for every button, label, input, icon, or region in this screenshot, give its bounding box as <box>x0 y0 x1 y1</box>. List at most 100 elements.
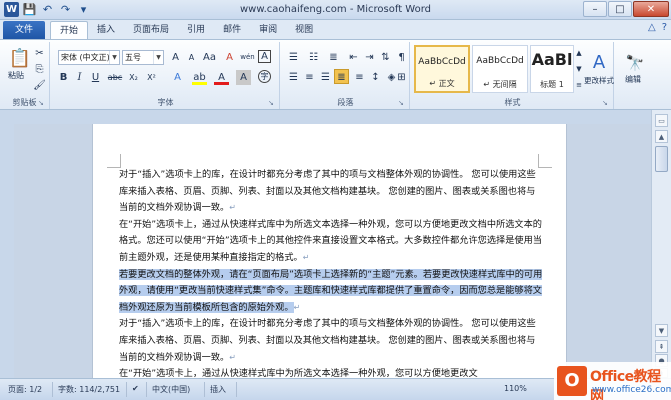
minimize-button[interactable]: – <box>583 1 607 17</box>
shrink-font-button[interactable]: A <box>184 50 199 65</box>
sort-icon: ⇅ <box>381 52 390 63</box>
paragraph[interactable]: 在“开始”选项卡上，通过从快速样式库中为所选文本选择一种外观，您可以方便地更改文 <box>119 366 544 378</box>
align-left-icon: ☰ <box>289 72 298 83</box>
maximize-button[interactable]: □ <box>608 1 632 17</box>
tab-1[interactable]: 插入 <box>88 21 124 39</box>
numbering-button[interactable]: ☷ <box>306 50 321 65</box>
format-painter-button[interactable]: 🖌 <box>32 78 47 93</box>
word-count[interactable]: 字数: 114/2,751 <box>58 384 120 395</box>
font-color-icon: A <box>214 70 229 85</box>
watermark-url: www.office26.com <box>592 385 671 395</box>
multilevel-list-button[interactable]: ≣ <box>326 50 341 65</box>
ribbon-tab-row: 文件 开始 插入 页面布局 引用 邮件 审阅 视图 △ ? <box>0 20 671 39</box>
window-title: www.caohaifeng.com - Microsoft Word <box>239 4 432 15</box>
borders-button[interactable]: ⊞ <box>394 70 409 85</box>
change-case-button[interactable]: Aa <box>202 50 217 65</box>
paragraph-text[interactable]: 对于“插入”选项卡上的库，在设计时都充分考虑了其中的项与文档整体外观的协调性。 … <box>119 169 536 213</box>
grow-font-button[interactable]: A <box>168 50 183 65</box>
binoculars-icon: 🔭 <box>625 53 645 72</box>
close-button[interactable]: ✕ <box>633 1 669 17</box>
spelling-check-icon[interactable]: ✔ <box>132 384 139 393</box>
paragraph[interactable]: 对于“插入”选项卡上的库，在设计时都充分考虑了其中的项与文档整体外观的协调性。 … <box>119 167 544 217</box>
strikethrough-button[interactable]: abc <box>106 70 124 85</box>
bold-button[interactable]: B <box>56 70 71 85</box>
phonetic-guide-icon: wén <box>240 53 255 61</box>
insert-mode[interactable]: 插入 <box>210 384 226 395</box>
document-page[interactable]: 对于“插入”选项卡上的库，在设计时都充分考虑了其中的项与文档整体外观的协调性。 … <box>92 124 567 378</box>
styles-launcher-icon[interactable]: ↘ <box>602 99 610 107</box>
clipboard-group: 📋 粘贴 ✂ ⎘ 🖌 剪贴板 ↘ <box>0 42 50 109</box>
scroll-up-icon[interactable]: ▲ <box>655 130 668 143</box>
justify-button[interactable]: ≣ <box>334 69 349 84</box>
char-border-button[interactable]: A <box>258 50 271 63</box>
distribute-button[interactable]: ≡ <box>352 70 367 85</box>
sort-button[interactable]: ⇅ <box>378 50 393 65</box>
font-name-select[interactable]: 宋体 (中文正) ▼ <box>58 50 120 65</box>
clear-format-button[interactable]: A <box>222 50 237 65</box>
tab-4[interactable]: 邮件 <box>214 21 250 39</box>
char-shading-button[interactable]: A <box>236 70 251 85</box>
style-normal[interactable]: AaBbCcDd ↵ 正文 <box>414 45 470 93</box>
editing-label: 编辑 <box>625 74 641 84</box>
corner-mark <box>538 154 552 168</box>
align-left-button[interactable]: ☰ <box>286 70 301 85</box>
help-icon[interactable]: ? <box>662 22 667 33</box>
tab-2[interactable]: 页面布局 <box>124 21 178 39</box>
line-spacing-button[interactable]: ↕ <box>368 70 383 85</box>
paragraph-text[interactable]: 对于“插入”选项卡上的库，在设计时都充分考虑了其中的项与文档整体外观的协调性。 … <box>119 318 536 362</box>
text-effects-button[interactable]: A <box>170 70 185 85</box>
copy-button[interactable]: ⎘ <box>32 62 47 77</box>
font-color-button[interactable]: A <box>214 70 229 85</box>
show-marks-button[interactable]: ¶ <box>394 50 409 65</box>
paragraph-text[interactable]: 在“开始”选项卡上，通过从快速样式库中为所选文本选择一种外观，您可以方便地更改文… <box>119 219 542 263</box>
superscript-button[interactable]: X² <box>144 70 159 85</box>
paragraph-launcher-icon[interactable]: ↘ <box>398 99 406 107</box>
bullets-button[interactable]: ☰ <box>286 50 301 65</box>
cut-button[interactable]: ✂ <box>32 46 47 61</box>
change-styles-button[interactable]: A 更改样式 <box>584 44 614 92</box>
styles-more-icon[interactable]: ≡ <box>575 78 583 92</box>
page-count[interactable]: 页面: 1/2 <box>8 384 42 395</box>
tab-file[interactable]: 文件 <box>3 21 45 39</box>
clipboard-launcher-icon[interactable]: ↘ <box>38 99 46 107</box>
styles-scroll-up-icon[interactable]: ▲ <box>575 46 583 60</box>
align-right-button[interactable]: ☰ <box>318 70 333 85</box>
underline-button[interactable]: U <box>88 70 103 85</box>
zoom-level[interactable]: 110% <box>504 384 527 393</box>
selected-text[interactable]: 若要更改文档的整体外观，请在“页面布局”选项卡上选择新的“主题”元素。若要更改快… <box>119 268 543 313</box>
ruler-toggle-icon[interactable]: ▭ <box>655 114 668 127</box>
increase-indent-button[interactable]: ⇥ <box>362 50 377 65</box>
tab-0[interactable]: 开始 <box>50 21 89 39</box>
minimize-ribbon-icon[interactable]: △ <box>648 22 656 33</box>
vertical-scrollbar[interactable]: ▭ ▲ ▼ ⇞ ● ⇟ <box>651 110 671 378</box>
change-case-icon: Aa <box>203 52 216 63</box>
scroll-down-icon[interactable]: ▼ <box>655 324 668 337</box>
clear-format-icon: A <box>226 52 233 63</box>
subscript-button[interactable]: X₂ <box>126 70 141 85</box>
decrease-indent-button[interactable]: ⇤ <box>346 50 361 65</box>
italic-button[interactable]: I <box>72 70 87 85</box>
enclose-char-button[interactable]: 字 <box>258 70 271 83</box>
prev-page-icon[interactable]: ⇞ <box>655 340 668 353</box>
style-heading-1[interactable]: AaBl 标题 1 <box>530 45 574 93</box>
editing-button[interactable]: 🔭 编辑 <box>618 44 648 92</box>
align-center-button[interactable]: ≡ <box>302 70 317 85</box>
font-launcher-icon[interactable]: ↘ <box>268 99 276 107</box>
styles-scroll-down-icon[interactable]: ▼ <box>575 62 583 76</box>
scroll-thumb[interactable] <box>655 146 668 172</box>
paragraph[interactable]: 若要更改文档的整体外观，请在“页面布局”选项卡上选择新的“主题”元素。若要更改快… <box>119 267 544 317</box>
highlight-button[interactable]: ab <box>192 70 207 85</box>
style-no-spacing[interactable]: AaBbCcDd ↵ 无间隔 <box>472 45 528 93</box>
tab-5[interactable]: 审阅 <box>250 21 286 39</box>
style-name: ↵ 正文 <box>429 79 455 88</box>
font-size-select[interactable]: 五号 ▼ <box>122 50 164 65</box>
paragraph[interactable]: 在“开始”选项卡上，通过从快速样式库中为所选文本选择一种外观，您可以方便地更改文… <box>119 217 544 267</box>
tab-3[interactable]: 引用 <box>178 21 214 39</box>
tab-6[interactable]: 视图 <box>286 21 322 39</box>
paste-button[interactable]: 📋 粘贴 <box>4 44 31 84</box>
document-body[interactable]: 对于“插入”选项卡上的库，在设计时都充分考虑了其中的项与文档整体外观的协调性。 … <box>119 167 544 378</box>
paragraph-text[interactable]: 在“开始”选项卡上，通过从快速样式库中为所选文本选择一种外观，您可以方便地更改文 <box>119 368 478 378</box>
language-indicator[interactable]: 中文(中国) <box>152 384 190 395</box>
paragraph[interactable]: 对于“插入”选项卡上的库，在设计时都充分考虑了其中的项与文档整体外观的协调性。 … <box>119 316 544 366</box>
phonetic-guide-button[interactable]: wén <box>240 50 255 65</box>
